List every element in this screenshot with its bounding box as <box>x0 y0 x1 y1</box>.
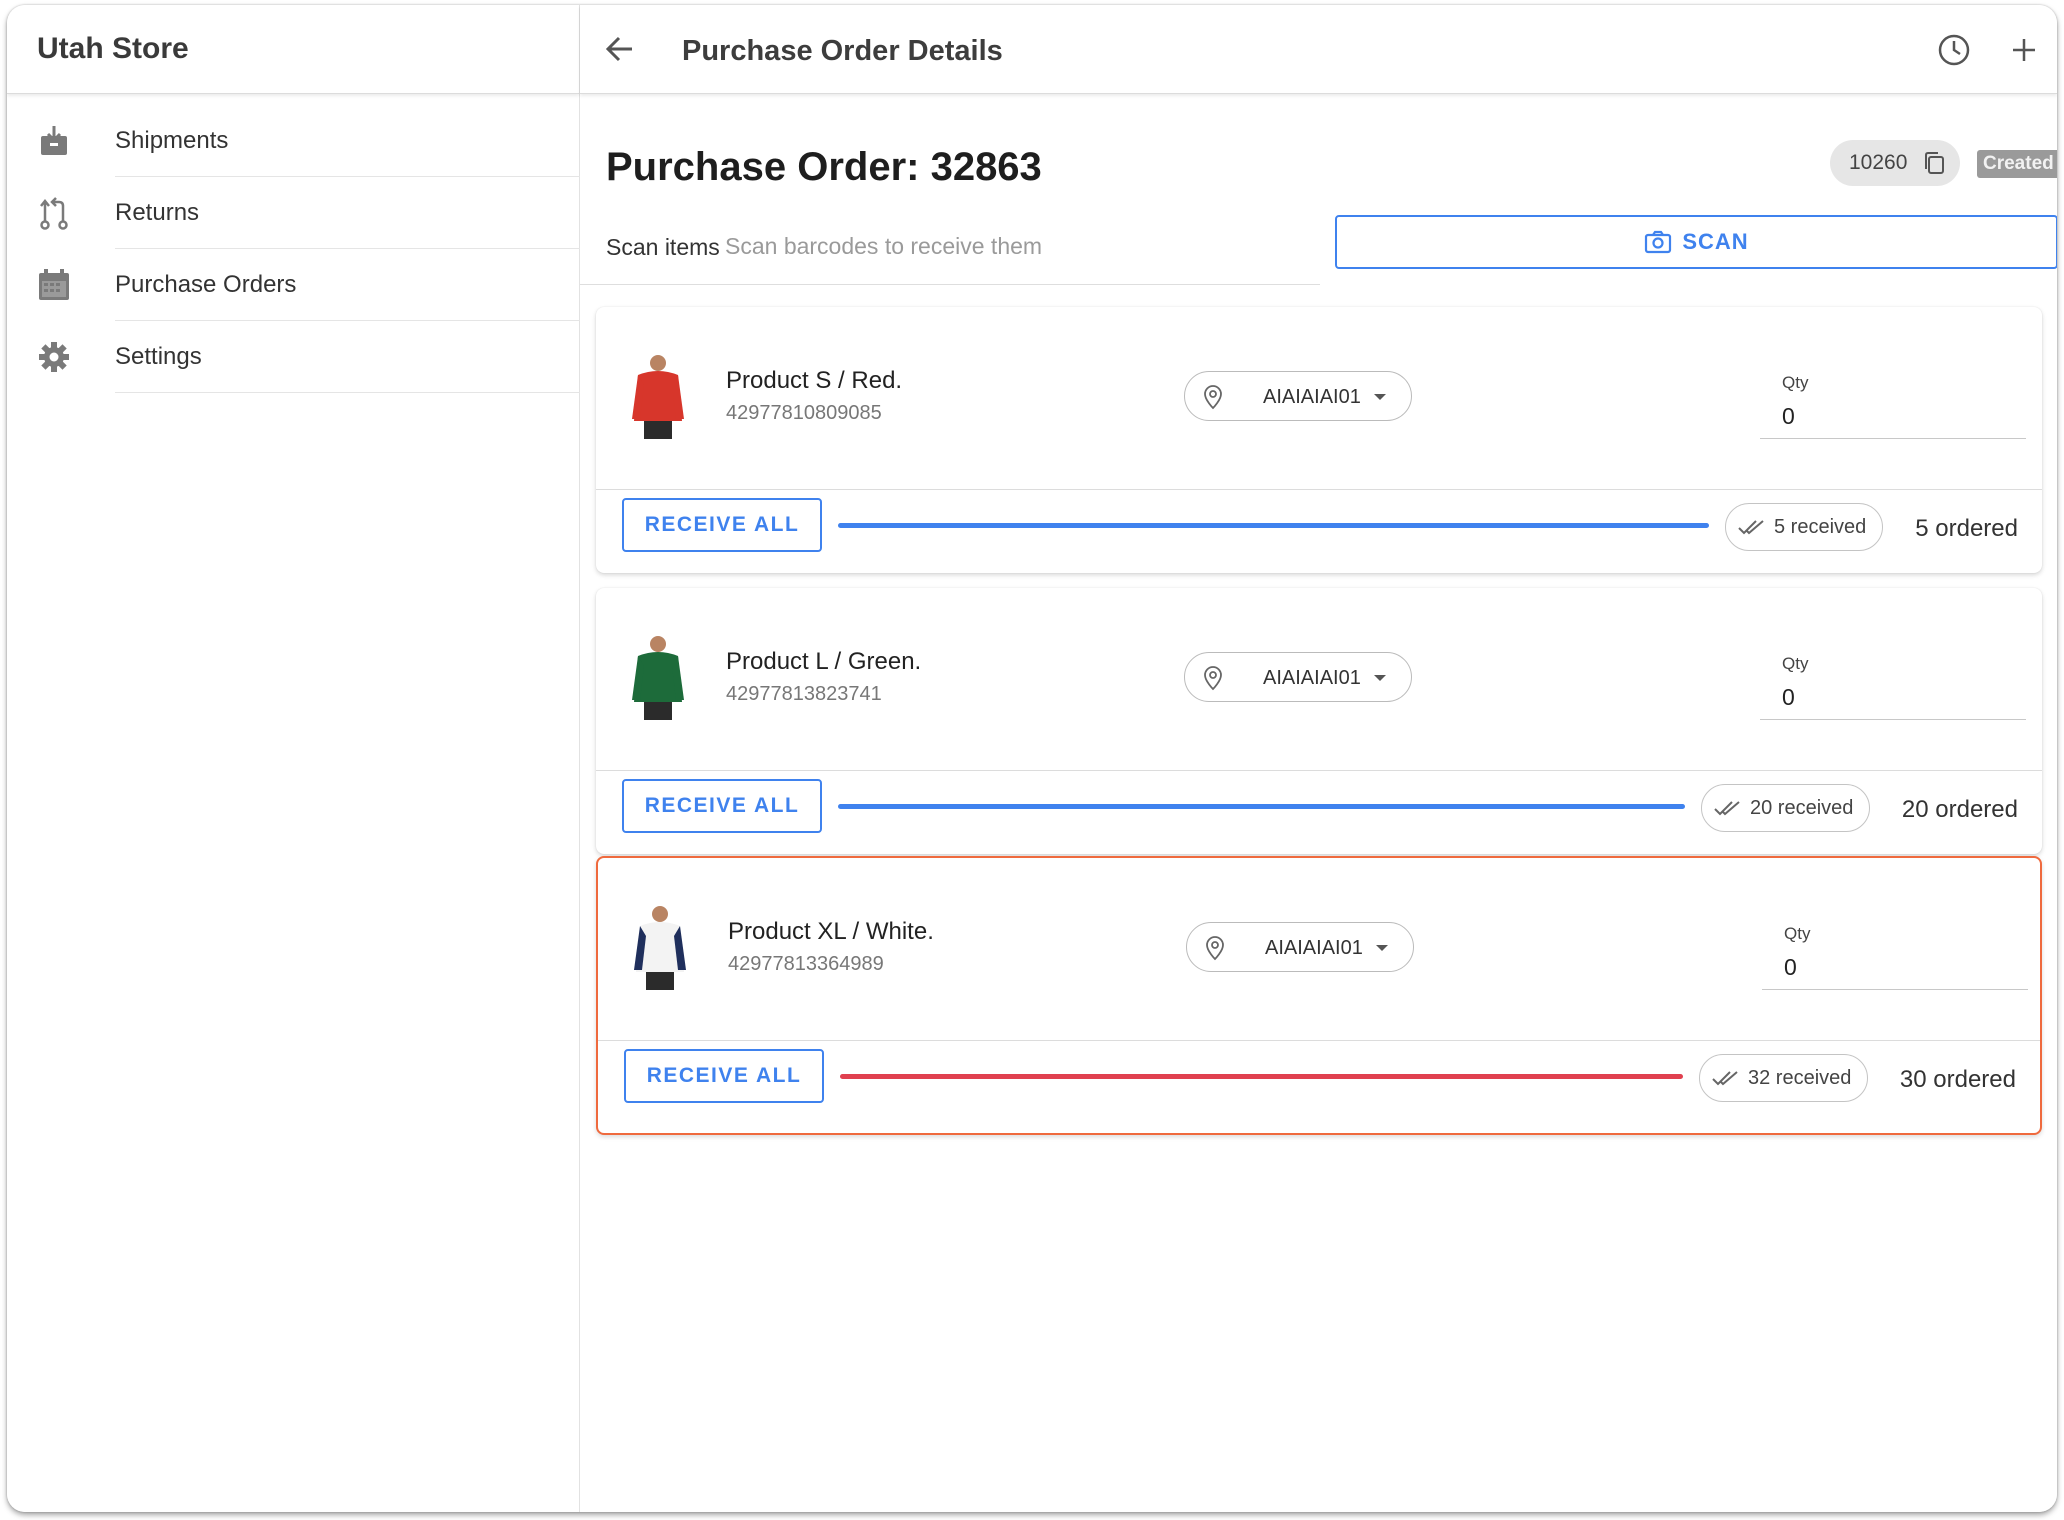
product-name: Product S / Red. <box>726 367 903 394</box>
sidebar-item-label: Settings <box>115 343 202 370</box>
scan-button-label: SCAN <box>1682 229 1749 254</box>
main-content: Purchase Order Details Purchase Order: 3… <box>580 5 2057 1512</box>
gear-icon <box>37 340 71 374</box>
product-sku: 42977813364989 <box>728 953 884 975</box>
sidebar-item-label: Purchase Orders <box>115 271 297 298</box>
page-title: Purchase Order Details <box>682 35 1003 67</box>
order-id-chip[interactable]: 10260 <box>1830 140 1960 186</box>
location-value: AIAIAIAI01 <box>1263 386 1361 408</box>
download-box-icon <box>37 124 71 158</box>
plus-icon[interactable] <box>2007 33 2041 67</box>
sidebar-item-settings[interactable]: Settings <box>7 321 580 393</box>
product-name: Product L / Green. <box>726 648 922 675</box>
scan-input[interactable] <box>725 226 1285 266</box>
location-selector[interactable]: AIAIAIAI01 <box>1186 922 1414 972</box>
top-toolbar: Purchase Order Details <box>580 5 2057 94</box>
caret-down-icon <box>1376 945 1388 951</box>
location-selector[interactable]: AIAIAIAI01 <box>1184 652 1412 702</box>
sidebar-item-label: Returns <box>115 199 200 226</box>
received-chip: 5 received <box>1725 503 1884 551</box>
sidebar: Utah Store Shipments Returns Purchase Or… <box>7 5 580 1512</box>
caret-down-icon <box>1374 394 1386 400</box>
received-label: 32 received <box>1748 1066 1852 1089</box>
location-pin-icon <box>1204 385 1222 410</box>
product-image <box>634 906 686 990</box>
sidebar-item-returns[interactable]: Returns <box>7 177 580 249</box>
product-sku: 42977810809085 <box>726 402 882 424</box>
status-badge: Created <box>1977 150 2057 178</box>
ordered-label: 20 ordered <box>1901 796 2018 823</box>
double-check-icon <box>1738 520 1764 535</box>
store-name: Utah Store <box>37 32 189 65</box>
clock-icon[interactable] <box>1937 33 1971 67</box>
calendar-icon <box>37 268 71 302</box>
caret-down-icon <box>1374 675 1386 681</box>
receive-all-button[interactable]: RECEIVE ALL <box>622 498 822 552</box>
ordered-label: 30 ordered <box>1899 1066 2016 1093</box>
sidebar-item-shipments[interactable]: Shipments <box>7 105 580 177</box>
receive-all-button[interactable]: RECEIVE ALL <box>624 1049 824 1103</box>
receive-progress-bar <box>840 1074 1683 1079</box>
camera-icon <box>1645 230 1672 254</box>
receive-progress-bar <box>838 523 1709 528</box>
ordered-label: 5 ordered <box>1915 515 2018 542</box>
app-window: Utah Store Shipments Returns Purchase Or… <box>7 5 2057 1512</box>
received-chip: 32 received <box>1699 1054 1869 1102</box>
product-sku: 42977813823741 <box>726 683 882 705</box>
location-pin-icon <box>1204 666 1222 691</box>
sidebar-item-purchase-orders[interactable]: Purchase Orders <box>7 249 580 321</box>
receive-progress-bar <box>838 804 1685 809</box>
copy-icon <box>1922 151 1946 175</box>
scan-items-label: Scan items <box>606 234 720 260</box>
double-check-icon <box>1714 801 1740 816</box>
location-value: AIAIAIAI01 <box>1263 667 1361 689</box>
item-card: Product S / Red. 42977810809085 AIAIAIAI… <box>596 307 2042 573</box>
product-image <box>632 355 684 439</box>
sidebar-header: Utah Store <box>7 5 579 94</box>
location-pin-icon <box>1206 936 1224 961</box>
sidebar-item-label: Shipments <box>115 127 229 154</box>
git-compare-icon <box>37 196 71 230</box>
scan-button[interactable]: SCAN <box>1335 215 2057 269</box>
qty-label: Qty <box>1784 924 1811 943</box>
receive-all-button[interactable]: RECEIVE ALL <box>622 779 822 833</box>
back-arrow-icon[interactable] <box>600 29 640 69</box>
qty-input[interactable] <box>1760 676 2026 720</box>
divider <box>596 770 2042 771</box>
order-title: Purchase Order: 32863 <box>606 145 1042 189</box>
item-card: Product L / Green. 42977813823741 AIAIAI… <box>596 588 2042 854</box>
divider <box>596 489 2042 490</box>
scan-items-field: Scan items <box>580 223 1320 285</box>
received-label: 20 received <box>1750 796 1854 819</box>
qty-input[interactable] <box>1760 395 2026 439</box>
location-selector[interactable]: AIAIAIAI01 <box>1184 371 1412 421</box>
divider <box>598 1040 2040 1041</box>
item-card: Product XL / White. 42977813364989 AIAIA… <box>596 856 2042 1135</box>
qty-label: Qty <box>1782 373 1809 392</box>
order-id: 10260 <box>1849 151 1908 174</box>
qty-label: Qty <box>1782 654 1809 673</box>
qty-input[interactable] <box>1762 946 2028 990</box>
double-check-icon <box>1712 1071 1738 1086</box>
received-label: 5 received <box>1774 515 1867 538</box>
product-name: Product XL / White. <box>728 918 934 945</box>
location-value: AIAIAIAI01 <box>1265 937 1363 959</box>
product-image <box>632 636 684 720</box>
received-chip: 20 received <box>1701 784 1871 832</box>
